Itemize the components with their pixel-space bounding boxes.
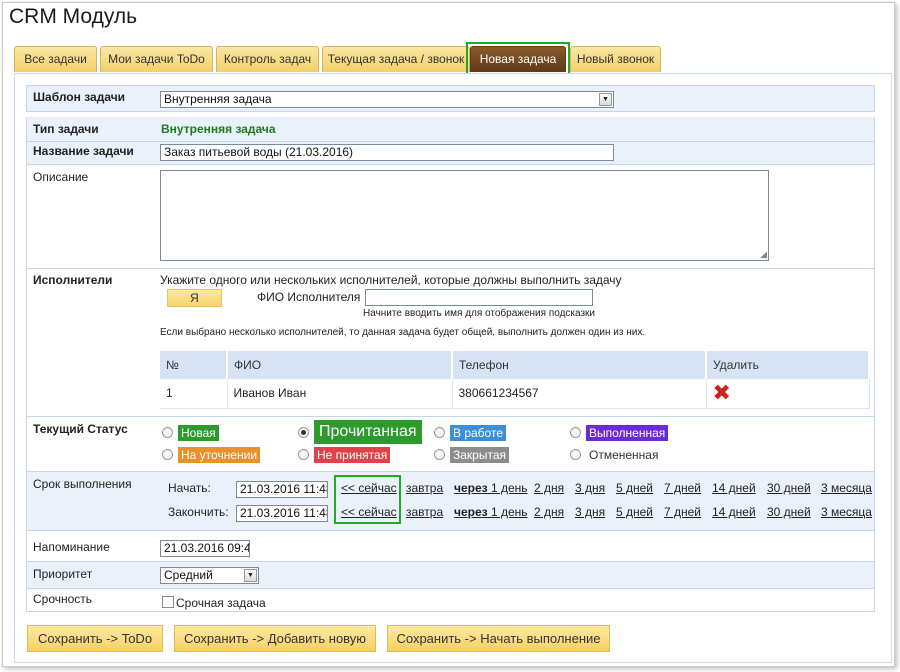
save-add-new-button[interactable]: Сохранить -> Добавить новую (174, 625, 376, 652)
status-radio-rejected[interactable] (298, 449, 309, 460)
status-radio-cancelled[interactable] (570, 449, 581, 460)
col-header-phone: Телефон (452, 351, 707, 379)
cell-delete: ✖ (706, 379, 870, 409)
end-link-tomorrow[interactable]: завтра (406, 505, 443, 519)
col-header-delete: Удалить (706, 351, 870, 379)
start-link-5-days[interactable]: 5 дней (616, 481, 653, 495)
urgent-checkbox[interactable] (162, 596, 174, 608)
template-select[interactable]: Внутренняя задача ▼ (160, 91, 614, 108)
table-row: 1 Иванов Иван 380661234567 ✖ (160, 379, 870, 409)
status-radio-closed[interactable] (434, 449, 445, 460)
chevron-down-icon: ▼ (244, 569, 257, 582)
divider (27, 268, 874, 269)
status-badge-clarify: На уточнении (178, 447, 261, 463)
status-radio-read[interactable] (298, 427, 309, 438)
tab-current-task[interactable]: Текущая задача / звонок (322, 46, 470, 72)
col-header-fio: ФИО (227, 351, 453, 379)
chevron-down-icon: ▼ (599, 93, 612, 106)
task-type-value: Внутренняя задача (161, 122, 276, 136)
end-link-14-days[interactable]: 14 дней (712, 505, 756, 519)
executors-table: № ФИО Телефон Удалить 1 Иванов Иван 3806… (160, 351, 870, 409)
start-link-30-days[interactable]: 30 дней (767, 481, 811, 495)
status-radio-new[interactable] (162, 427, 173, 438)
priority-row (27, 562, 874, 588)
start-date-input[interactable]: 21.03.2016 11:48 (236, 481, 328, 498)
assign-me-button[interactable]: Я (167, 289, 222, 307)
status-radio-in-work[interactable] (434, 427, 445, 438)
description-textarea[interactable]: ◢ (160, 170, 769, 261)
cell-num: 1 (160, 379, 228, 409)
divider (27, 588, 874, 589)
end-date-input[interactable]: 21.03.2016 11:48 (236, 505, 328, 522)
tab-task-control[interactable]: Контроль задач (216, 46, 319, 72)
start-link-tomorrow[interactable]: завтра (406, 481, 443, 495)
urgent-checkbox-label: Срочная задача (176, 596, 266, 610)
fio-label: ФИО Исполнителя (257, 290, 361, 304)
tab-my-todo[interactable]: Мои задачи ToDo (100, 46, 213, 72)
divider (27, 164, 874, 165)
task-name-label: Название задачи (33, 144, 134, 158)
tab-new-call[interactable]: Новый звонок (570, 46, 661, 72)
task-name-input[interactable]: Заказ питьевой воды (21.03.2016) (160, 144, 614, 161)
start-label: Начать: (168, 481, 211, 495)
end-link-2-days[interactable]: 2 дня (534, 505, 564, 519)
table-header-row: № ФИО Телефон Удалить (160, 351, 870, 379)
executors-label: Исполнители (33, 273, 113, 287)
reminder-input[interactable]: 21.03.2016 09:48 (160, 540, 250, 557)
template-label: Шаблон задачи (33, 90, 126, 104)
task-type-row (27, 117, 874, 141)
status-radio-clarify[interactable] (162, 449, 173, 460)
status-label: Текущий Статус (33, 422, 128, 436)
fio-hint: Начните вводить имя для отображения подс… (363, 308, 596, 319)
priority-select-value: Средний (164, 568, 213, 582)
template-select-value: Внутренняя задача (164, 92, 272, 106)
end-link-5-days[interactable]: 5 дней (616, 505, 653, 519)
end-link-3-days[interactable]: 3 дня (575, 505, 605, 519)
fio-input[interactable] (365, 289, 593, 306)
reminder-label: Напоминание (33, 540, 110, 554)
tab-all-tasks[interactable]: Все задачи (14, 46, 97, 72)
urgency-label: Срочность (33, 592, 93, 606)
end-link-3-months[interactable]: 3 месяца (821, 505, 872, 519)
delete-icon[interactable]: ✖ (713, 380, 731, 405)
end-label: Закончить: (168, 505, 229, 519)
start-link-14-days[interactable]: 14 дней (712, 481, 756, 495)
cell-phone: 380661234567 (452, 379, 707, 409)
priority-label: Приоритет (33, 567, 93, 581)
status-badge-done: Выполненная (586, 425, 669, 441)
divider (27, 416, 874, 417)
priority-select[interactable]: Средний ▼ (160, 567, 259, 584)
divider (27, 530, 874, 531)
start-link-2-days[interactable]: 2 дня (534, 481, 564, 495)
deadline-label: Срок выполнения (33, 477, 132, 491)
end-link-1-day[interactable]: через 1 день (454, 505, 528, 519)
status-badge-new: Новая (178, 425, 219, 441)
resize-handle-icon[interactable]: ◢ (760, 249, 767, 260)
task-type-label: Тип задачи (33, 122, 99, 136)
description-label: Описание (33, 170, 89, 184)
start-link-7-days[interactable]: 7 дней (664, 481, 701, 495)
save-todo-button[interactable]: Сохранить -> ToDo (27, 625, 163, 652)
start-link-3-months[interactable]: 3 месяца (821, 481, 872, 495)
status-badge-rejected: Не принятая (314, 447, 391, 463)
start-link-1-day[interactable]: через 1 день (454, 481, 528, 495)
app-title: CRM Модуль (9, 5, 138, 28)
col-header-num: № (160, 351, 228, 379)
end-link-7-days[interactable]: 7 дней (664, 505, 701, 519)
status-badge-read: Прочитанная (314, 420, 422, 444)
start-link-3-days[interactable]: 3 дня (575, 481, 605, 495)
status-badge-in-work: В работе (450, 425, 507, 441)
end-link-30-days[interactable]: 30 дней (767, 505, 811, 519)
executors-instruction: Укажите одного или нескольких исполнител… (160, 273, 622, 287)
status-radio-done[interactable] (570, 427, 581, 438)
status-badge-closed: Закрытая (450, 447, 510, 463)
now-highlight-box (334, 475, 401, 524)
cell-fio: Иванов Иван (227, 379, 453, 409)
status-label-cancelled: Отмененная (589, 448, 659, 462)
save-start-button[interactable]: Сохранить -> Начать выполнение (387, 625, 610, 652)
executors-note: Если выбрано несколько исполнителей, то … (160, 327, 646, 338)
